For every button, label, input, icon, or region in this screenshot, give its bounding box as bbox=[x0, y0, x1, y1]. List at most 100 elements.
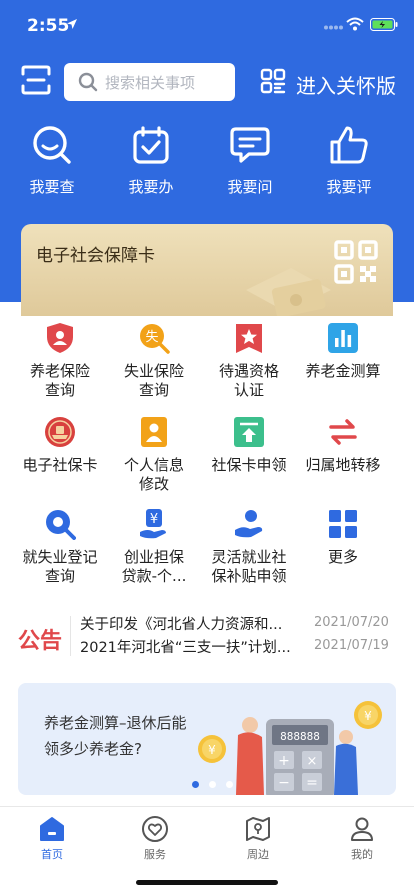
home-indicator bbox=[136, 880, 278, 885]
card-illustration bbox=[246, 268, 331, 316]
quick-action-ask[interactable]: 我要问 bbox=[210, 124, 290, 197]
service-e-social-card[interactable]: 电子社保卡 bbox=[10, 416, 110, 475]
quick-action-rate[interactable]: 我要评 bbox=[309, 124, 389, 197]
location-arrow-icon bbox=[67, 19, 77, 29]
service-label: 社保卡申领 bbox=[211, 456, 287, 474]
tab-label: 我的 bbox=[351, 848, 373, 861]
service-label: 失业保险 查询 bbox=[123, 362, 184, 399]
home-icon bbox=[40, 817, 64, 841]
battery-icon bbox=[370, 18, 398, 31]
map-pin-icon bbox=[246, 817, 270, 841]
service-label: 待遇资格 认证 bbox=[218, 362, 279, 399]
calculator-display: 888888 bbox=[280, 730, 320, 743]
unemployment-search-icon: 失 bbox=[140, 324, 170, 354]
service-more[interactable]: 更多 bbox=[293, 508, 393, 567]
scan-icon[interactable] bbox=[20, 64, 52, 96]
status-bar: 2:55 bbox=[0, 0, 414, 48]
service-unemployment-query[interactable]: 失 失业保险 查询 bbox=[104, 322, 204, 400]
banner-line-2: 领多少养老金? bbox=[44, 740, 142, 758]
notice-item-date: 2021/07/20 bbox=[314, 615, 389, 630]
quick-action-label: 我要问 bbox=[227, 178, 273, 196]
service-card-apply[interactable]: 社保卡申领 bbox=[199, 416, 299, 475]
tab-mine[interactable]: 我的 bbox=[322, 815, 402, 862]
tab-home[interactable]: 首页 bbox=[12, 815, 92, 862]
cellular-signal-icon bbox=[324, 25, 343, 30]
notice-divider bbox=[70, 616, 71, 656]
service-personal-info[interactable]: 个人信息 修改 bbox=[104, 416, 204, 494]
notice-item-title[interactable]: 2021年河北省“三支一扶”计划... bbox=[80, 636, 308, 657]
service-label: 更多 bbox=[327, 548, 358, 566]
service-qualification-auth[interactable]: 待遇资格 认证 bbox=[199, 322, 299, 400]
quick-action-label: 我要查 bbox=[29, 178, 75, 196]
service-label: 归属地转移 bbox=[305, 456, 381, 474]
shield-person-icon bbox=[47, 323, 73, 353]
transfer-arrows-icon bbox=[329, 419, 357, 445]
svg-text:¥: ¥ bbox=[208, 743, 216, 757]
qr-code-icon[interactable] bbox=[334, 240, 378, 284]
status-time: 2:55 bbox=[27, 16, 70, 36]
tab-nearby[interactable]: 周边 bbox=[218, 815, 298, 862]
id-card-icon bbox=[141, 417, 167, 447]
magnifier-icon bbox=[46, 510, 76, 540]
service-label: 就失业登记 查询 bbox=[22, 548, 98, 585]
person-hand-icon bbox=[235, 510, 263, 538]
thumbs-up-icon bbox=[330, 126, 368, 164]
svg-text:¥: ¥ bbox=[364, 709, 372, 723]
pension-calc-banner[interactable]: 养老金测算–退休后能 领多少养老金? ¥ ¥ 888888 + × − = bbox=[18, 683, 396, 795]
upload-card-icon bbox=[234, 417, 264, 447]
tab-services[interactable]: 服务 bbox=[115, 815, 195, 862]
calendar-check-icon bbox=[133, 126, 169, 164]
quick-action-query[interactable]: 我要查 bbox=[12, 124, 92, 197]
chat-bubble-icon bbox=[230, 127, 270, 163]
service-pension-calc[interactable]: 养老金测算 bbox=[293, 322, 393, 381]
search-placeholder: 搜索相关事项 bbox=[105, 74, 196, 92]
carousel-dot[interactable] bbox=[209, 781, 216, 788]
service-label: 养老保险 查询 bbox=[29, 362, 90, 399]
grid-icon bbox=[329, 510, 357, 538]
service-pension-query[interactable]: 养老保险 查询 bbox=[10, 322, 110, 400]
service-flexible-subsidy[interactable]: 灵活就业社 保补贴申领 bbox=[199, 508, 299, 586]
service-label: 创业担保 贷款-个... bbox=[121, 548, 187, 585]
service-label: 养老金测算 bbox=[305, 362, 381, 380]
quick-action-label: 我要办 bbox=[128, 178, 174, 196]
banner-text: 养老金测算–退休后能 领多少养老金? bbox=[44, 710, 187, 762]
banner-line-1: 养老金测算–退休后能 bbox=[44, 714, 187, 732]
notice-section: 公告 关于印发《河北省人力资源和... 2021/07/20 2021年河北省“… bbox=[0, 614, 414, 658]
search-icon bbox=[78, 72, 98, 92]
emblem-icon bbox=[45, 417, 75, 447]
social-security-card[interactable]: 电子社会保障卡 bbox=[21, 224, 393, 316]
svg-text:¥: ¥ bbox=[150, 512, 158, 527]
svg-text:−: − bbox=[278, 775, 290, 791]
tab-label: 周边 bbox=[247, 848, 269, 861]
heart-circle-icon bbox=[142, 816, 168, 842]
card-title: 电子社会保障卡 bbox=[36, 246, 155, 266]
carousel-dot[interactable] bbox=[192, 781, 199, 788]
quick-action-handle[interactable]: 我要办 bbox=[111, 124, 191, 197]
person-icon bbox=[351, 817, 373, 841]
service-startup-loan[interactable]: ¥ 创业担保 贷款-个... bbox=[104, 508, 204, 586]
svg-text:×: × bbox=[307, 754, 318, 769]
care-mode-icon bbox=[260, 68, 286, 94]
carousel-dot[interactable] bbox=[226, 781, 233, 788]
svg-text:+: + bbox=[278, 753, 290, 769]
notice-logo: 公告 bbox=[18, 629, 63, 654]
quick-action-label: 我要评 bbox=[326, 178, 372, 196]
tab-label: 服务 bbox=[144, 848, 166, 861]
carousel-dots bbox=[192, 773, 243, 792]
service-label: 个人信息 修改 bbox=[123, 456, 184, 493]
service-employment-registration[interactable]: 就失业登记 查询 bbox=[10, 508, 110, 586]
notice-item-date: 2021/07/19 bbox=[314, 638, 389, 653]
bar-chart-icon bbox=[328, 323, 358, 353]
search-input[interactable]: 搜索相关事项 bbox=[64, 63, 235, 101]
yuan-hand-icon: ¥ bbox=[140, 509, 166, 539]
service-label: 灵活就业社 保补贴申领 bbox=[211, 548, 287, 585]
service-transfer[interactable]: 归属地转移 bbox=[293, 416, 393, 475]
search-magnifier-icon bbox=[33, 126, 71, 164]
care-mode-label: 进入关怀版 bbox=[296, 74, 396, 98]
svg-text:失: 失 bbox=[145, 330, 158, 345]
star-badge-icon bbox=[236, 324, 262, 353]
notice-item-title[interactable]: 关于印发《河北省人力资源和... bbox=[80, 613, 308, 634]
wifi-icon bbox=[346, 17, 364, 31]
svg-text:=: = bbox=[306, 775, 318, 791]
tab-label: 首页 bbox=[41, 848, 63, 861]
